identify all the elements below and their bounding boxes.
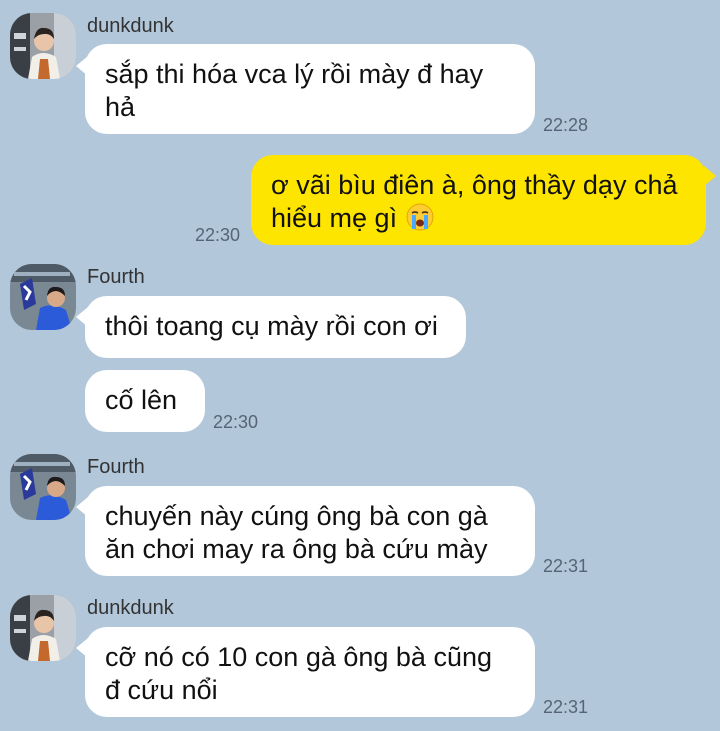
- message-text: thôi toang cụ mày rồi con ơi: [105, 311, 438, 341]
- message-bubble[interactable]: chuyến này cúng ông bà con gà ăn chơi ma…: [85, 486, 535, 576]
- message-text: sắp thi hóa vca lý rồi mày đ hay: [105, 59, 484, 89]
- sender-name: dunkdunk: [87, 15, 174, 37]
- message-text: ăn chơi may ra ông bà cứu mày: [105, 534, 488, 564]
- message-text: đ cứu nổi: [105, 675, 218, 705]
- message-timestamp: 22:30: [195, 225, 241, 245]
- avatar-dunkdunk[interactable]: [10, 595, 76, 661]
- sender-name: Fourth: [87, 456, 145, 478]
- sender-name: dunkdunk: [87, 597, 174, 619]
- loudly-crying-face-icon: [405, 202, 435, 232]
- message-timestamp: 22:28: [543, 115, 589, 135]
- message-bubble[interactable]: ơ vãi bìu điên à, ông thầy dạy chả hiểu …: [251, 155, 706, 245]
- message-timestamp: 22:31: [543, 697, 589, 717]
- message-text: chuyến này cúng ông bà con gà: [105, 501, 488, 531]
- message-bubble[interactable]: sắp thi hóa vca lý rồi mày đ hay hả: [85, 44, 535, 134]
- bubble-tail: [704, 166, 716, 186]
- message-bubble[interactable]: thôi toang cụ mày rồi con ơi: [85, 296, 466, 358]
- message-text: ơ vãi bìu điên à, ông thầy dạy chả: [271, 170, 678, 200]
- avatar-dunkdunk[interactable]: [10, 13, 76, 79]
- message-text: cố lên: [105, 385, 178, 415]
- sender-name: Fourth: [87, 266, 145, 288]
- message-timestamp: 22:30: [213, 412, 259, 432]
- message-text: hiểu mẹ gì: [271, 203, 398, 233]
- avatar-fourth[interactable]: [10, 454, 76, 520]
- message-bubble[interactable]: cố lên: [85, 370, 205, 432]
- message-text: hả: [105, 92, 136, 122]
- message-bubble[interactable]: cỡ nó có 10 con gà ông bà cũng đ cứu nổi: [85, 627, 535, 717]
- avatar-fourth[interactable]: [10, 264, 76, 330]
- message-text: cỡ nó có 10 con gà ông bà cũng: [105, 642, 492, 672]
- message-timestamp: 22:31: [543, 556, 589, 576]
